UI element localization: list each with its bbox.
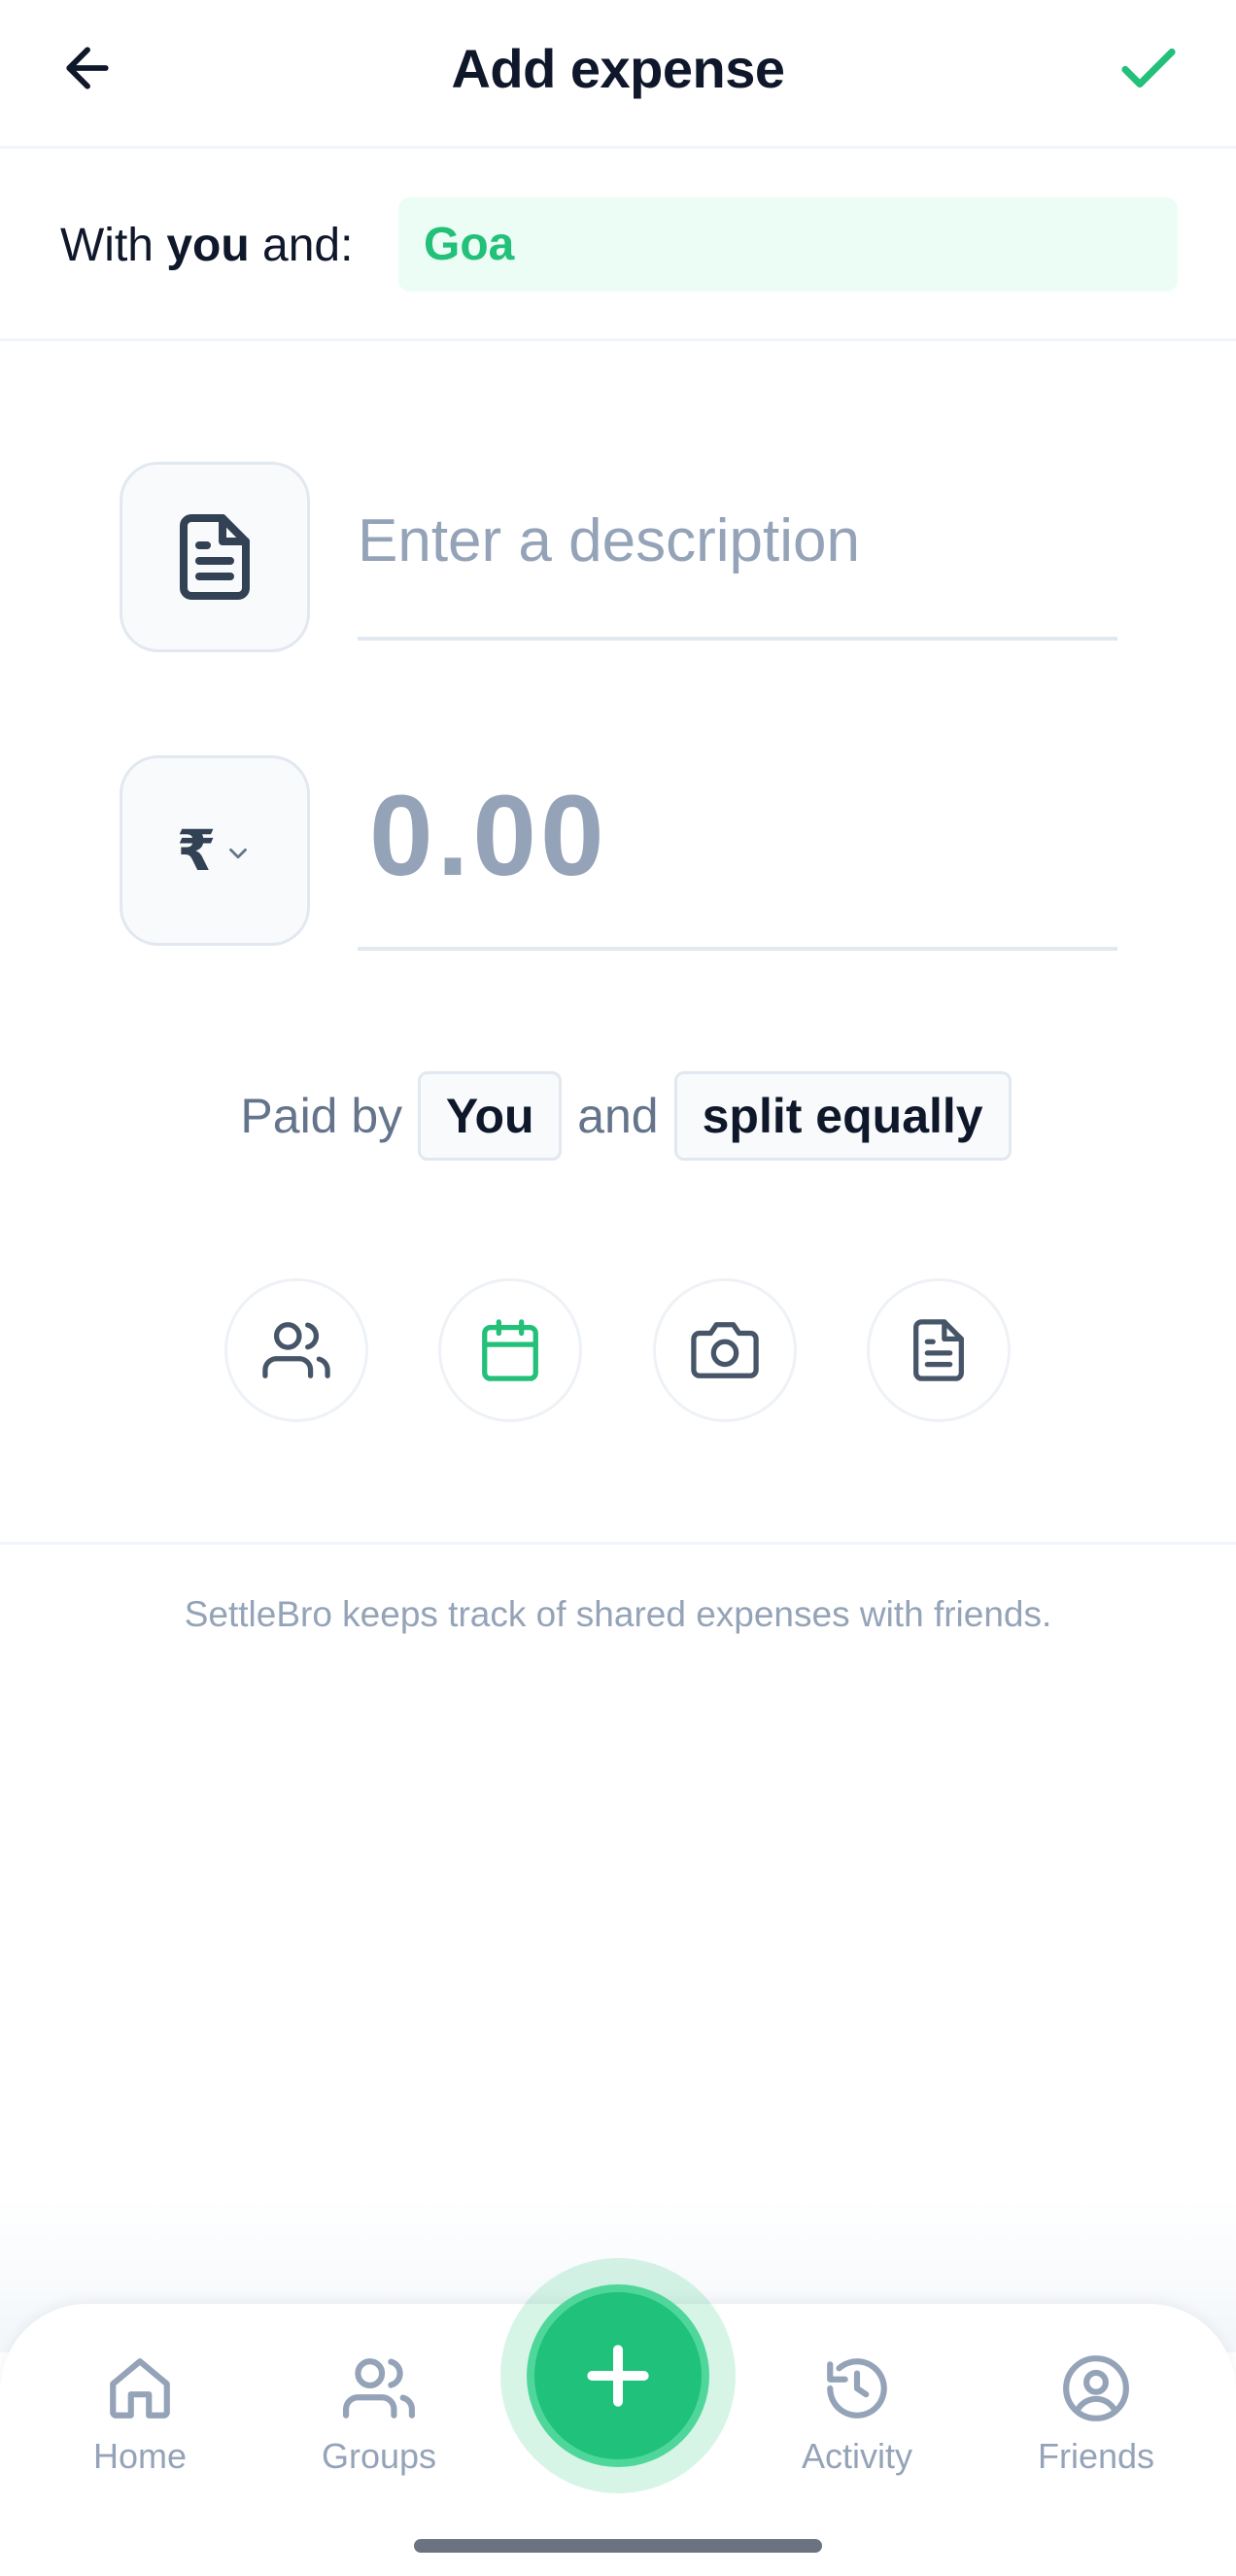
group-chip[interactable]: Goa bbox=[398, 197, 1178, 292]
nav-item-friends[interactable]: Friends bbox=[1013, 2352, 1179, 2498]
save-button[interactable] bbox=[1105, 29, 1192, 107]
add-expense-screen: Add expense With you and: Goa ₹ Paid by … bbox=[0, 0, 1236, 2576]
description-underline bbox=[358, 637, 1117, 641]
document-icon bbox=[180, 514, 250, 600]
plus-icon bbox=[587, 2345, 649, 2407]
users-icon bbox=[262, 1322, 330, 1378]
home-indicator bbox=[414, 2539, 822, 2553]
description-icon-box[interactable] bbox=[120, 462, 310, 652]
nav-label: Groups bbox=[321, 2436, 437, 2476]
calendar-icon bbox=[482, 1319, 538, 1381]
amount-underline bbox=[358, 947, 1117, 951]
paid-by-label: Paid by bbox=[240, 1089, 403, 1143]
notes-icon bbox=[913, 1319, 964, 1381]
nav-item-groups[interactable]: Groups bbox=[296, 2352, 462, 2498]
header: Add expense bbox=[0, 0, 1236, 149]
groups-icon bbox=[343, 2358, 415, 2419]
participants-label: With you and: bbox=[60, 220, 354, 271]
nav-item-home[interactable]: Home bbox=[57, 2352, 223, 2498]
chevron-down-icon bbox=[229, 848, 248, 859]
user-circle-icon bbox=[1063, 2355, 1129, 2421]
check-icon bbox=[1121, 48, 1176, 88]
and-label: and bbox=[577, 1089, 659, 1143]
add-people-button[interactable] bbox=[224, 1278, 368, 1422]
nav-label: Friends bbox=[1037, 2436, 1155, 2476]
section-divider bbox=[0, 1542, 1236, 1545]
description-input[interactable] bbox=[358, 496, 1117, 585]
info-text: SettleBro keeps track of shared expenses… bbox=[184, 1594, 1052, 1634]
nav-item-activity[interactable]: Activity bbox=[774, 2352, 940, 2498]
home-icon bbox=[110, 2358, 170, 2419]
currency-selector[interactable]: ₹ bbox=[120, 755, 310, 946]
add-expense-fab[interactable] bbox=[527, 2284, 709, 2467]
participants-row: With you and: Goa bbox=[0, 149, 1236, 341]
paid-by-row: Paid by You and split equally bbox=[0, 1071, 1236, 1161]
split-mode-button[interactable]: split equally bbox=[673, 1071, 1012, 1161]
camera-icon bbox=[691, 1322, 759, 1378]
amount-input[interactable] bbox=[369, 758, 1117, 914]
payer-button[interactable]: You bbox=[418, 1071, 563, 1161]
notes-button[interactable] bbox=[867, 1278, 1011, 1422]
page-title: Add expense bbox=[451, 38, 785, 99]
nav-label: Activity bbox=[801, 2436, 912, 2476]
date-button[interactable] bbox=[438, 1278, 582, 1422]
receipt-photo-button[interactable] bbox=[653, 1278, 797, 1422]
currency-symbol: ₹ bbox=[176, 819, 217, 883]
nav-label: Home bbox=[92, 2436, 188, 2476]
history-icon bbox=[827, 2358, 887, 2419]
